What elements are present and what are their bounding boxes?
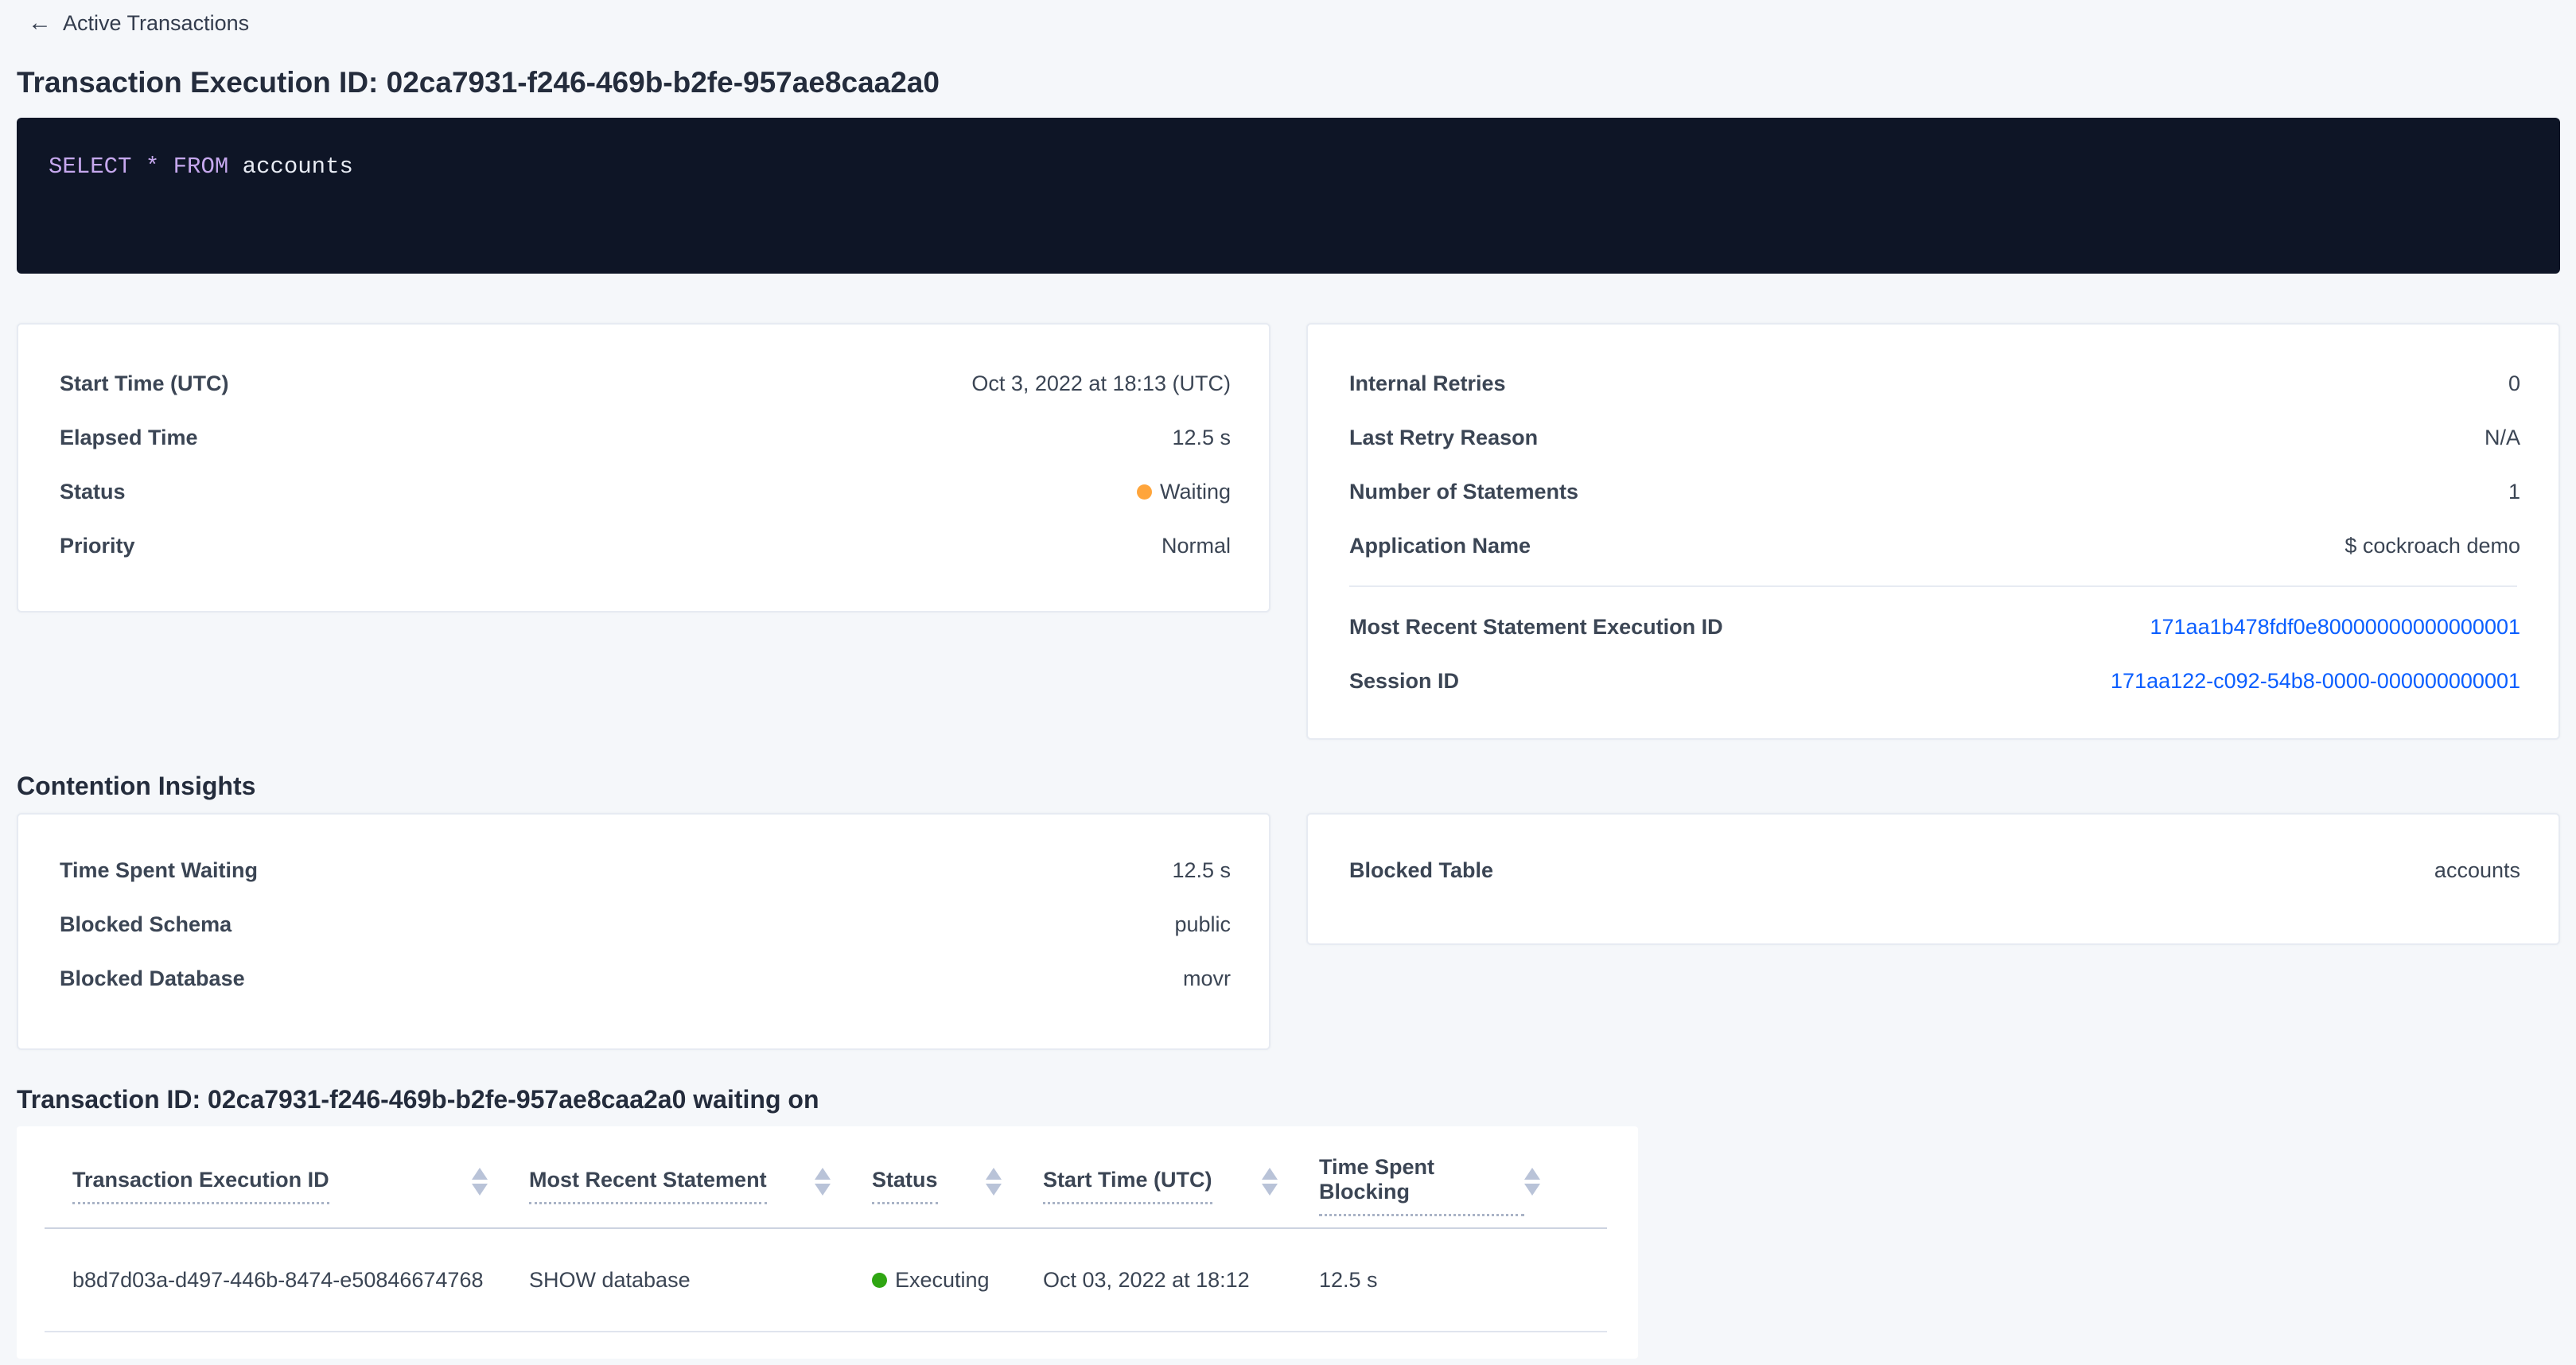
back-arrow-icon: ← xyxy=(28,11,52,35)
row-most-recent-statement-execution-id: Most Recent Statement Execution ID 171aa… xyxy=(1308,600,2558,654)
column-header-transaction-execution-id[interactable]: Transaction Execution ID xyxy=(72,1155,529,1216)
blocked-table-value: accounts xyxy=(2434,858,2520,883)
status-value: Waiting xyxy=(1137,480,1231,504)
cell-most-recent-statement: SHOW database xyxy=(529,1268,872,1293)
row-number-of-statements: Number of Statements 1 xyxy=(1308,465,2558,519)
sort-icon xyxy=(1524,1168,1540,1196)
column-header-most-recent-statement-label: Most Recent Statement xyxy=(529,1168,767,1204)
executing-status-dot-icon xyxy=(872,1273,887,1288)
most-recent-statement-execution-id-label: Most Recent Statement Execution ID xyxy=(1349,615,1723,640)
application-name-value: $ cockroach demo xyxy=(2344,534,2520,558)
summary-cards-row: Start Time (UTC) Oct 3, 2022 at 18:13 (U… xyxy=(17,323,2560,740)
last-retry-reason-value: N/A xyxy=(2485,426,2520,450)
number-of-statements-label: Number of Statements xyxy=(1349,480,1578,504)
cell-status-text: Executing xyxy=(895,1268,990,1293)
waiting-on-table-header: Transaction Execution ID Most Recent Sta… xyxy=(17,1126,1638,1216)
transaction-details-page: ← Active Transactions Transaction Execut… xyxy=(0,0,2576,1359)
column-header-time-spent-blocking-label: Time Spent Blocking xyxy=(1319,1155,1524,1216)
column-header-start-time[interactable]: Start Time (UTC) xyxy=(1043,1155,1319,1216)
overview-card: Start Time (UTC) Oct 3, 2022 at 18:13 (U… xyxy=(17,323,1270,612)
sql-keyword-select: SELECT xyxy=(49,154,131,180)
sql-table-identifier: accounts xyxy=(243,154,353,180)
elapsed-time-value: 12.5 s xyxy=(1172,426,1231,450)
cell-start-time: Oct 03, 2022 at 18:12 xyxy=(1043,1268,1319,1293)
breadcrumb-back-link[interactable]: ← Active Transactions xyxy=(28,8,249,38)
internal-retries-value: 0 xyxy=(2508,371,2520,396)
contention-left-card: Time Spent Waiting 12.5 s Blocked Schema… xyxy=(17,813,1270,1050)
column-header-time-spent-blocking[interactable]: Time Spent Blocking xyxy=(1319,1155,1582,1216)
column-header-status-label: Status xyxy=(872,1168,938,1204)
sql-keyword-from: FROM xyxy=(173,154,229,180)
sql-asterisk: * xyxy=(146,154,159,180)
contention-right-card: Blocked Table accounts xyxy=(1306,813,2560,945)
most-recent-statement-execution-id-link[interactable]: 171aa1b478fdf0e80000000000000001 xyxy=(2150,615,2521,640)
blocked-database-value: movr xyxy=(1183,966,1231,991)
row-blocked-table: Blocked Table accounts xyxy=(1308,843,2558,897)
sort-icon xyxy=(986,1168,1002,1196)
start-time-label: Start Time (UTC) xyxy=(60,371,229,396)
blocked-database-label: Blocked Database xyxy=(60,966,245,991)
sql-statement-box: SELECT * FROM accounts xyxy=(17,118,2560,274)
table-row-divider xyxy=(45,1331,1607,1332)
table-row: b8d7d03a-d497-446b-8474-e50846674768 SHO… xyxy=(17,1229,1638,1331)
time-spent-waiting-label: Time Spent Waiting xyxy=(60,858,258,883)
row-last-retry-reason: Last Retry Reason N/A xyxy=(1308,410,2558,465)
elapsed-time-label: Elapsed Time xyxy=(60,426,198,450)
waiting-on-heading: Transaction ID: 02ca7931-f246-469b-b2fe-… xyxy=(17,1083,2560,1115)
row-start-time: Start Time (UTC) Oct 3, 2022 at 18:13 (U… xyxy=(18,356,1269,410)
row-blocked-database: Blocked Database movr xyxy=(18,951,1269,1005)
waiting-status-dot-icon xyxy=(1137,484,1152,500)
details-card-divider xyxy=(1349,585,2517,587)
last-retry-reason-label: Last Retry Reason xyxy=(1349,426,1538,450)
cell-time-spent-blocking: 12.5 s xyxy=(1319,1268,1582,1293)
time-spent-waiting-value: 12.5 s xyxy=(1172,858,1231,883)
row-session-id: Session ID 171aa122-c092-54b8-0000-00000… xyxy=(1308,654,2558,708)
cell-transaction-execution-id: b8d7d03a-d497-446b-8474-e50846674768 xyxy=(72,1268,529,1293)
details-card: Internal Retries 0 Last Retry Reason N/A… xyxy=(1306,323,2560,740)
priority-value: Normal xyxy=(1162,534,1231,558)
column-header-status[interactable]: Status xyxy=(872,1155,1043,1216)
sort-icon xyxy=(815,1168,831,1196)
contention-insights-heading: Contention Insights xyxy=(17,770,2560,802)
row-time-spent-waiting: Time Spent Waiting 12.5 s xyxy=(18,843,1269,897)
column-header-most-recent-statement[interactable]: Most Recent Statement xyxy=(529,1155,872,1216)
row-application-name: Application Name $ cockroach demo xyxy=(1308,519,2558,573)
number-of-statements-value: 1 xyxy=(2508,480,2520,504)
cell-status: Executing xyxy=(872,1268,1043,1293)
session-id-label: Session ID xyxy=(1349,669,1459,694)
row-status: Status Waiting xyxy=(18,465,1269,519)
application-name-label: Application Name xyxy=(1349,534,1531,558)
breadcrumb-label: Active Transactions xyxy=(63,11,249,36)
blocked-schema-label: Blocked Schema xyxy=(60,912,232,937)
waiting-on-table: Transaction Execution ID Most Recent Sta… xyxy=(17,1126,1638,1359)
internal-retries-label: Internal Retries xyxy=(1349,371,1506,396)
sort-icon xyxy=(1262,1168,1278,1196)
start-time-value: Oct 3, 2022 at 18:13 (UTC) xyxy=(971,371,1231,396)
blocked-table-label: Blocked Table xyxy=(1349,858,1493,883)
contention-cards-row: Time Spent Waiting 12.5 s Blocked Schema… xyxy=(17,813,2560,1050)
page-title: Transaction Execution ID: 02ca7931-f246-… xyxy=(17,65,2560,100)
status-text: Waiting xyxy=(1160,480,1231,504)
column-header-start-time-label: Start Time (UTC) xyxy=(1043,1168,1212,1204)
status-label: Status xyxy=(60,480,126,504)
blocked-schema-value: public xyxy=(1174,912,1231,937)
priority-label: Priority xyxy=(60,534,135,558)
sort-icon xyxy=(472,1168,488,1196)
row-blocked-schema: Blocked Schema public xyxy=(18,897,1269,951)
row-priority: Priority Normal xyxy=(18,519,1269,573)
row-elapsed-time: Elapsed Time 12.5 s xyxy=(18,410,1269,465)
session-id-link[interactable]: 171aa122-c092-54b8-0000-000000000001 xyxy=(2111,669,2520,694)
row-internal-retries: Internal Retries 0 xyxy=(1308,356,2558,410)
column-header-transaction-execution-id-label: Transaction Execution ID xyxy=(72,1168,329,1204)
